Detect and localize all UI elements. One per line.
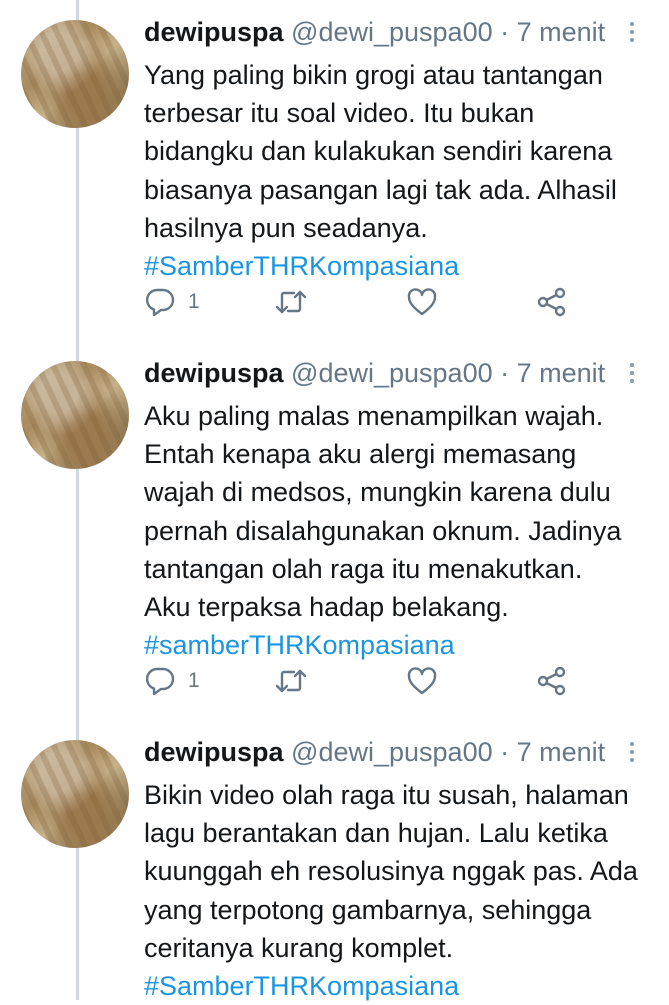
share-icon — [537, 287, 566, 317]
tweet-line: hasilnya pun seadanya. — [144, 212, 428, 243]
reply-button[interactable]: 1 — [144, 663, 200, 699]
more-options-icon[interactable] — [620, 18, 644, 46]
avatar[interactable] — [21, 361, 129, 469]
like-button[interactable] — [406, 663, 438, 699]
retweet-button[interactable] — [274, 284, 308, 320]
tweet-line: Aku paling malas menampilkan wajah. — [144, 401, 604, 431]
tweet-text: Bikin video olah raga itu susah, halaman… — [144, 776, 659, 1005]
author-handle[interactable]: @dewi_puspa00 — [291, 17, 493, 47]
tweet-line: Bikin video olah raga itu susah, halaman — [144, 780, 629, 810]
timestamp[interactable]: · 7 menit — [500, 737, 605, 767]
tweet-header: dewipuspa @dewi_puspa00 · 7 menit — [144, 14, 605, 50]
hashtag-link[interactable]: #samberTHRKompasiana — [144, 626, 659, 664]
tweet-header: dewipuspa @dewi_puspa00 · 7 menit — [144, 734, 605, 770]
reply-count: 1 — [188, 290, 200, 313]
reply-count: 1 — [188, 669, 200, 692]
tweet-line: kuunggah eh resolusinya nggak pas. Ada — [144, 856, 638, 887]
tweet-line: Yang paling bikin grogi atau tantangan — [144, 60, 603, 90]
tweet-line: tantangan olah raga itu menakutkan. — [144, 553, 583, 584]
tweet-line: pernah disalahgunakan oknum. Jadinya — [144, 515, 622, 546]
share-button[interactable] — [536, 284, 568, 320]
author-name[interactable]: dewipuspa — [144, 737, 284, 767]
avatar[interactable] — [21, 20, 129, 128]
heart-icon — [407, 667, 437, 695]
timestamp[interactable]: · 7 menit — [500, 17, 605, 47]
retweet-icon — [275, 669, 307, 693]
tweet-line: bidangku dan kulakukan sendiri karena — [144, 136, 613, 167]
more-options-icon[interactable] — [620, 738, 644, 766]
tweet-line: wajah di medsos, mungkin karena dulu — [144, 477, 611, 508]
like-button[interactable] — [406, 284, 438, 320]
tweet-line: yang terpotong gambarnya, sehingga — [144, 894, 592, 925]
author-name[interactable]: dewipuspa — [144, 358, 284, 388]
tweet-header: dewipuspa @dewi_puspa00 · 7 menit — [144, 355, 605, 391]
tweet-text: Yang paling bikin grogi atau tantangan t… — [144, 56, 659, 285]
reply-icon — [145, 288, 175, 317]
thread-connector-line — [76, 0, 79, 1000]
hashtag-link[interactable]: #SamberTHRKompasiana — [144, 967, 659, 1005]
retweet-button[interactable] — [274, 663, 308, 699]
more-options-icon[interactable] — [620, 359, 644, 387]
share-icon — [537, 666, 566, 696]
author-name[interactable]: dewipuspa — [144, 17, 284, 47]
tweet-line: Entah kenapa aku alergi memasang — [144, 439, 577, 470]
author-handle[interactable]: @dewi_puspa00 — [291, 737, 493, 767]
heart-icon — [407, 288, 437, 316]
action-bar: 1 — [144, 284, 664, 320]
action-bar: 1 — [144, 663, 664, 699]
reply-icon — [145, 667, 175, 696]
tweet-line: terbesar itu soal video. Itu bukan — [144, 98, 535, 129]
retweet-icon — [275, 290, 307, 314]
tweet-line: Aku terpaksa hadap belakang. — [144, 592, 509, 623]
tweet-line: lagu berantakan dan hujan. Lalu ketika — [144, 818, 608, 849]
timestamp[interactable]: · 7 menit — [500, 358, 605, 388]
avatar[interactable] — [21, 740, 129, 848]
tweet-text: Aku paling malas menampilkan wajah. Enta… — [144, 397, 659, 664]
author-handle[interactable]: @dewi_puspa00 — [291, 358, 493, 388]
tweet-line: biasanya pasangan lagi tak ada. Alhasil — [144, 174, 617, 205]
tweet-line: ceritanya kurang komplet. — [144, 932, 454, 963]
share-button[interactable] — [536, 663, 568, 699]
hashtag-link[interactable]: #SamberTHRKompasiana — [144, 247, 659, 285]
reply-button[interactable]: 1 — [144, 284, 200, 320]
